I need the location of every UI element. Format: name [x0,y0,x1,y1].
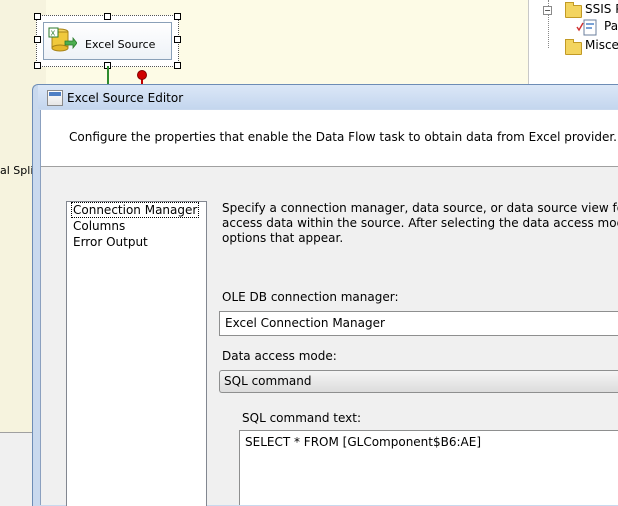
resize-handle-w[interactable] [34,36,41,43]
description-line: access data within the source. After sel… [222,216,618,230]
resize-handle-e[interactable] [174,36,181,43]
resize-handle-se[interactable] [174,62,181,69]
connection-manager-label: OLE DB connection manager: [222,290,399,304]
resize-handle-n[interactable] [104,13,111,20]
folder-icon [565,39,582,55]
description-line: options that appear. [222,231,344,245]
page-description: Specify a connection manager, data sourc… [222,201,618,246]
sql-command-value: SELECT * FROM [GLComponent$B6:AE] [245,435,482,449]
resize-handle-nw[interactable] [34,13,41,20]
description-line: Specify a connection manager, data sourc… [222,201,618,215]
error-path-handle[interactable] [137,70,147,80]
package-file-icon [576,19,597,36]
window-icon [47,90,63,106]
excel-source-icon: X [48,27,77,52]
tree-expander[interactable]: − [543,6,552,15]
folder-icon [565,2,582,18]
nav-item-columns[interactable]: Columns [73,219,125,233]
data-access-mode-label: Data access mode: [222,349,337,363]
resize-handle-ne[interactable] [174,13,181,20]
data-access-mode-value: SQL command [224,374,312,388]
nav-item-connection-manager[interactable]: Connection Manager [70,202,200,218]
tree-item-ssis-packages[interactable]: SSIS Pa [585,2,618,16]
dialog-title: Excel Source Editor [67,91,184,105]
connection-manager-value: Excel Connection Manager [225,316,385,330]
nav-item-error-output[interactable]: Error Output [73,235,148,249]
sql-command-label: SQL command text: [242,411,361,425]
resize-handle-sw[interactable] [34,62,41,69]
svg-text:X: X [51,30,56,38]
component-label: Excel Source [85,38,156,51]
header-description: Configure the properties that enable the… [69,130,617,144]
tree-item-package[interactable]: Pa [604,19,618,33]
tree-item-miscellaneous[interactable]: Miscel [585,38,618,52]
